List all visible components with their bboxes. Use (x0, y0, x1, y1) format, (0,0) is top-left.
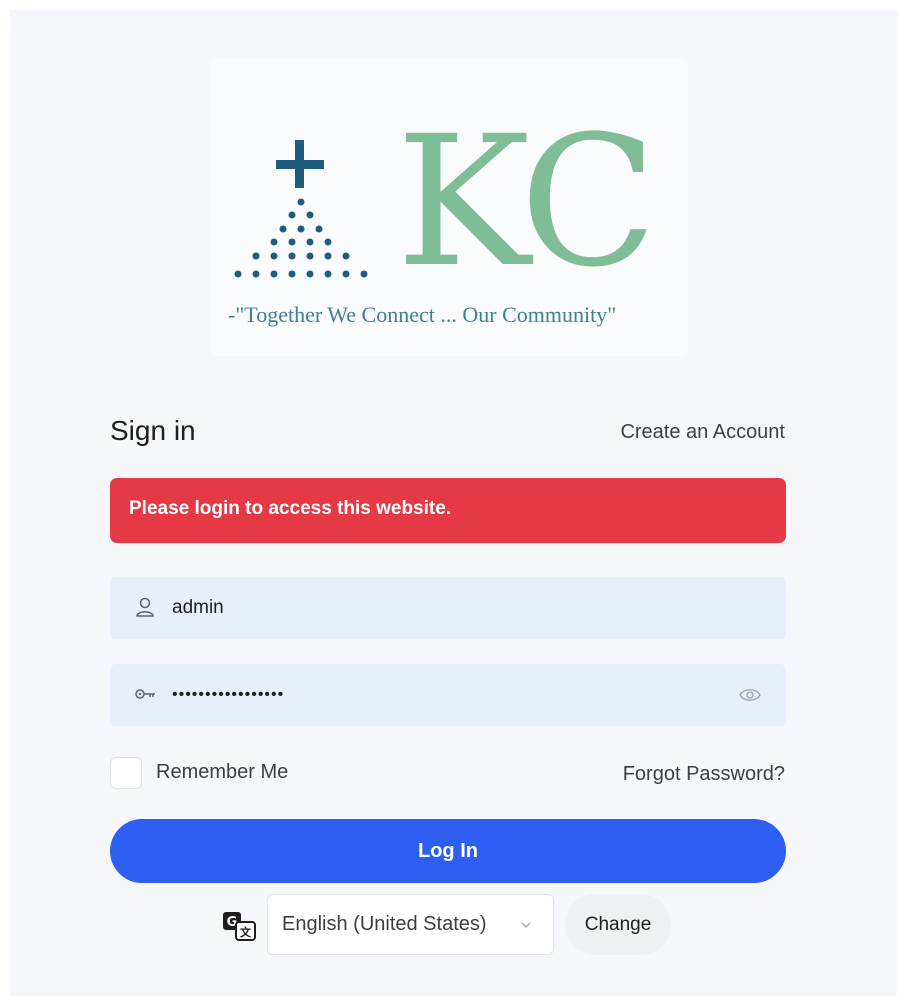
forgot-password-link[interactable]: Forgot Password? (623, 763, 785, 786)
chevron-down-icon (521, 922, 531, 928)
login-button[interactable]: Log In (110, 819, 786, 883)
language-select[interactable]: English (United States) (267, 894, 554, 955)
remember-me-checkbox[interactable] (110, 757, 142, 789)
password-field[interactable] (110, 664, 786, 726)
logo-tagline: -"Together We Connect ... Our Community" (228, 302, 617, 327)
user-icon (136, 597, 154, 617)
cross-icon (276, 140, 324, 188)
username-field[interactable] (110, 577, 786, 639)
eye-icon[interactable] (739, 686, 761, 704)
password-input[interactable] (172, 664, 732, 726)
change-language-button[interactable]: Change (565, 894, 671, 955)
remember-me[interactable]: Remember Me (110, 757, 430, 789)
language-selected-value: English (United States) (282, 913, 487, 935)
key-icon (135, 689, 155, 699)
page-title: Sign in (110, 415, 196, 446)
remember-me-label: Remember Me (156, 761, 289, 783)
logo-letters: KC (396, 98, 657, 307)
username-input[interactable] (172, 577, 732, 639)
create-account-link[interactable]: Create an Account (620, 421, 785, 444)
logo-dots-icon (234, 198, 368, 278)
svg-text:文: 文 (240, 925, 252, 939)
translate-icon: G 文 (223, 912, 256, 941)
error-alert: Please login to access this website. (110, 478, 786, 543)
